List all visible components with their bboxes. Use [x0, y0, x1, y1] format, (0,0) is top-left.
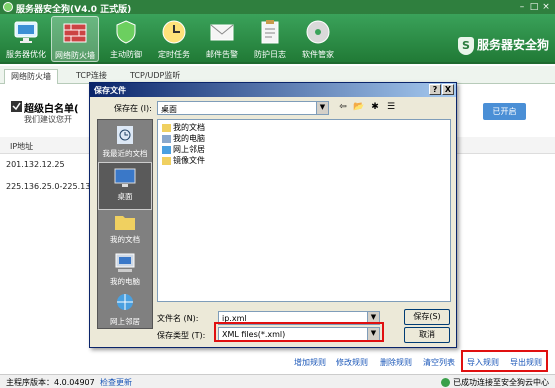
- place-label: 我的文档: [110, 235, 140, 244]
- filename-label: 文件名 (N):: [157, 314, 199, 323]
- connected-icon: [441, 378, 450, 387]
- file-name: 我的文档: [173, 123, 205, 132]
- title-bar: 服务器安全狗(V4.0 正式版) – □ ×: [0, 0, 555, 15]
- folder-icon: [162, 123, 171, 132]
- clear-list-link[interactable]: 清空列表: [423, 357, 455, 368]
- new-folder-icon[interactable]: ✱: [368, 101, 382, 113]
- desktop-icon: [114, 168, 136, 187]
- folder-icon: [115, 216, 135, 230]
- connection-text: 已成功连接至安全狗云中心: [453, 378, 549, 387]
- help-button[interactable]: ?: [429, 84, 441, 95]
- filetype-label: 保存类型 (T):: [157, 331, 206, 340]
- toolbar-label: 邮件告警: [206, 50, 238, 59]
- cd-icon: [306, 20, 330, 44]
- up-folder-icon[interactable]: 📂: [352, 101, 366, 113]
- toolbar-active-defense[interactable]: 主动防御: [102, 16, 150, 62]
- cancel-button[interactable]: 取消: [404, 327, 450, 343]
- edit-rule-link[interactable]: 修改规则: [336, 357, 368, 368]
- toolbar-label: 防护日志: [254, 50, 286, 59]
- toolbar-firewall[interactable]: 网络防火墙: [51, 16, 99, 62]
- back-icon[interactable]: ⇦: [336, 101, 350, 113]
- main-toolbar: 服务器优化 网络防火墙 主动防御 定时任务 邮件告警 防护日志 软件管家 S 服务…: [0, 14, 555, 64]
- place-label: 网上邻居: [110, 317, 140, 326]
- check-icon: [11, 101, 22, 112]
- status-bar: 主程序版本：4.0.04907 检查更新 已成功连接至安全狗云中心: [0, 374, 555, 388]
- delete-rule-link[interactable]: 删除规则: [380, 357, 412, 368]
- computer-icon: [162, 134, 171, 143]
- maximize-icon[interactable]: □: [529, 2, 539, 12]
- save-in-select[interactable]: 桌面 ▼: [157, 101, 329, 115]
- highlight-box: [214, 322, 384, 342]
- computer-icon: [115, 253, 135, 272]
- toolbar-software-manager[interactable]: 软件管家: [294, 16, 342, 62]
- place-recent[interactable]: 我最近的文档: [98, 120, 152, 168]
- app-logo-icon: [3, 2, 13, 12]
- highlight-box: [461, 350, 548, 372]
- monitor-icon: [14, 21, 38, 43]
- minimize-icon[interactable]: –: [517, 2, 527, 12]
- close-icon[interactable]: ×: [541, 2, 551, 12]
- check-update-link[interactable]: 检查更新: [100, 377, 132, 388]
- toolbar-label: 服务器优化: [6, 50, 46, 59]
- brand: S 服务器安全狗: [457, 36, 549, 55]
- places-bar: 我最近的文档 桌面 我的文档 我的电脑 网上邻居: [97, 119, 153, 329]
- whitelist-subtitle: 我们建议您开: [24, 115, 72, 124]
- place-label: 我最近的文档: [102, 149, 148, 158]
- add-rule-link[interactable]: 增加规则: [294, 357, 326, 368]
- clock-icon: [162, 20, 186, 44]
- shield-s-icon: S: [457, 36, 474, 55]
- clipboard-icon: [261, 20, 279, 44]
- place-label: 桌面: [117, 192, 133, 201]
- network-icon: [162, 145, 171, 154]
- toolbar-label: 定时任务: [158, 50, 190, 59]
- whitelist-title: 超级白名单(: [24, 104, 79, 115]
- folder-icon: [162, 156, 171, 165]
- network-icon: [117, 294, 133, 310]
- save-in-value: 桌面: [161, 105, 177, 114]
- toolbar-protection-log[interactable]: 防护日志: [246, 16, 294, 62]
- place-desktop[interactable]: 桌面: [98, 162, 152, 210]
- toolbar-label: 网络防火墙: [55, 51, 95, 60]
- dialog-close-button[interactable]: X: [442, 84, 454, 95]
- file-name: 我的电脑: [173, 134, 205, 143]
- file-name: 网上邻居: [173, 145, 205, 154]
- place-label: 我的电脑: [110, 277, 140, 286]
- brand-name: 服务器安全狗: [476, 38, 549, 52]
- list-item[interactable]: 网上邻居: [162, 144, 205, 155]
- dialog-titlebar: 保存文件 ? X: [90, 83, 456, 97]
- mail-icon: [210, 24, 234, 41]
- place-network[interactable]: 网上邻居: [98, 288, 152, 336]
- list-item[interactable]: 我的电脑: [162, 133, 205, 144]
- toolbar-server-optimize[interactable]: 服务器优化: [2, 16, 50, 62]
- firewall-icon: [63, 23, 87, 43]
- toolbar-mail-alert[interactable]: 邮件告警: [198, 16, 246, 62]
- place-my-documents[interactable]: 我的文档: [98, 206, 152, 254]
- toolbar-label: 软件管家: [302, 50, 334, 59]
- table-row[interactable]: 201.132.12.25: [6, 160, 65, 169]
- save-in-label: 保存在 (I):: [114, 104, 152, 113]
- list-item[interactable]: 镜像文件: [162, 155, 205, 166]
- toolbar-label: 主动防御: [110, 50, 142, 59]
- column-ip: IP地址: [10, 142, 34, 151]
- tab-firewall[interactable]: 网络防火墙: [4, 69, 58, 84]
- file-list: 我的文档 我的电脑 网上邻居 镜像文件: [157, 119, 451, 302]
- list-item[interactable]: 我的文档: [162, 122, 205, 133]
- dialog-title: 保存文件: [94, 86, 126, 95]
- recent-documents-icon: [117, 126, 133, 144]
- shield-icon: [116, 20, 136, 44]
- view-menu-icon[interactable]: ☰: [384, 101, 398, 113]
- save-button[interactable]: 保存(S): [404, 309, 450, 325]
- version-text: 主程序版本：4.0.04907: [6, 378, 95, 387]
- file-name: 镜像文件: [173, 156, 205, 165]
- connection-status: 已成功连接至安全狗云中心: [441, 377, 549, 388]
- save-file-dialog: 保存文件 ? X 保存在 (I): 桌面 ▼ ⇦ 📂 ✱ ☰ 我最近的文档 桌面 …: [89, 82, 457, 348]
- toolbar-scheduled-tasks[interactable]: 定时任务: [150, 16, 198, 62]
- chevron-down-icon: ▼: [316, 102, 328, 114]
- whitelist-toggle-button[interactable]: 已开启: [483, 103, 526, 120]
